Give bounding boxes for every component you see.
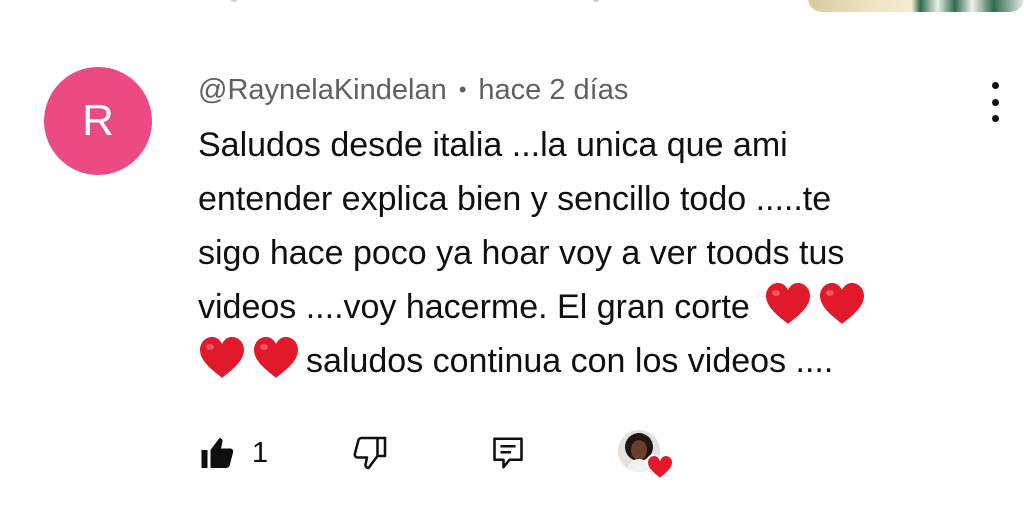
reply-icon <box>493 437 523 469</box>
comment-timestamp: hace 2 días <box>478 73 629 106</box>
avatar-letter: R <box>82 96 114 145</box>
author-avatar[interactable]: R <box>44 67 152 175</box>
creator-heart-badge[interactable] <box>618 430 674 480</box>
like-count: 1 <box>252 436 269 469</box>
heart-icon <box>646 454 674 480</box>
comment-line: entender explica bien y sencillo todo ..… <box>198 180 832 218</box>
thumbs-down-icon <box>353 436 387 470</box>
more-actions-button[interactable] <box>980 82 1010 122</box>
comment-line-text: saludos continua con los videos .... <box>306 342 834 380</box>
thumbs-up-icon <box>201 438 234 468</box>
like-button[interactable]: 1 <box>200 428 268 478</box>
video-thumbnail-partial[interactable] <box>808 0 1024 12</box>
heart-emoji-icon <box>819 283 864 324</box>
heart-emoji-icon <box>200 337 244 378</box>
dislike-button[interactable] <box>352 428 388 478</box>
heart-emoji-icon <box>254 337 298 378</box>
comment-body: Saludos desde italia ...la unica que ami… <box>198 118 968 388</box>
reply-button[interactable] <box>490 428 526 478</box>
comment-line: sigo hace poco ya hoar voy a ver toods t… <box>198 234 845 272</box>
comment-line-with-hearts: saludos continua con los videos .... <box>198 334 968 388</box>
heart-emoji-icon <box>765 283 810 324</box>
vertical-ellipsis-icon <box>991 82 999 89</box>
comment-line-with-hearts: videos ....voy hacerme. El gran corte <box>198 280 968 334</box>
author-handle[interactable]: @RaynelaKindelan <box>198 74 447 107</box>
meta-separator: • <box>458 77 467 102</box>
comment-line-text: videos ....voy hacerme. El gran corte <box>198 288 750 326</box>
comment-header: @RaynelaKindelan • hace 2 días <box>198 70 628 110</box>
cut-off-previous-row <box>230 0 600 2</box>
comment-line: Saludos desde italia ...la unica que ami <box>198 126 788 164</box>
comment-screen: R @RaynelaKindelan • hace 2 días Saludos… <box>0 0 1024 505</box>
